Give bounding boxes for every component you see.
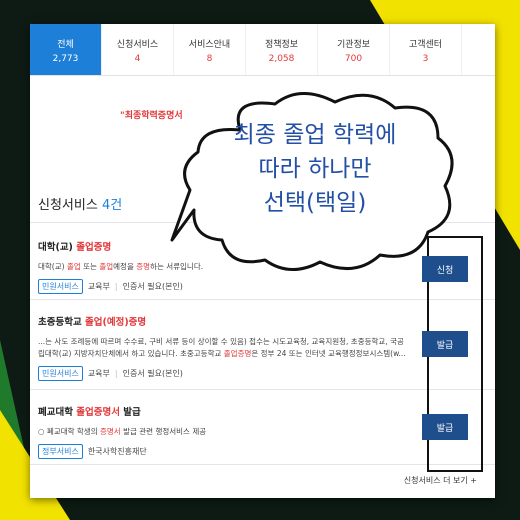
service-type-badge: 민원서비스 bbox=[38, 366, 83, 381]
bubble-text: 최종 졸업 학력에 따라 하나만 선택(택일) bbox=[233, 122, 397, 216]
tab-agency-info[interactable]: 기관정보 700 bbox=[318, 24, 390, 75]
service-type-badge: 정부서비스 bbox=[38, 444, 83, 459]
item-description: ○ 폐교대학 학생의 증명서 발급 관련 행정서비스 제공 bbox=[38, 427, 207, 436]
agency-label: 교육부 bbox=[87, 282, 110, 291]
list-item: 폐교대학 졸업증명서 발급 ○ 폐교대학 학생의 증명서 발급 관련 행정서비스… bbox=[38, 404, 418, 459]
tab-policy-info[interactable]: 정책정보 2,058 bbox=[246, 24, 318, 75]
tab-apply-services[interactable]: 신청서비스 4 bbox=[102, 24, 174, 75]
item-tags: 정부서비스 한국사학진흥재단 bbox=[38, 444, 418, 459]
divider bbox=[30, 464, 495, 465]
agency-label: 교육부 bbox=[87, 369, 110, 378]
item-tags: 민원서비스 교육부 | 인증서 필요(본인) bbox=[38, 279, 418, 294]
issue-button[interactable]: 발급 bbox=[422, 331, 468, 357]
divider bbox=[30, 389, 495, 390]
tab-service-info[interactable]: 서비스안내 8 bbox=[174, 24, 246, 75]
auth-requirement: 인증서 필요(본인) bbox=[122, 282, 183, 291]
list-item: 초중등학교 졸업(예정)증명 ...는 사도 조례등에 따르며 수수료, 구비 … bbox=[38, 314, 418, 381]
more-services-link[interactable]: 신청서비스 더 보기 + bbox=[404, 475, 477, 486]
tab-all[interactable]: 전체 2,773 bbox=[30, 24, 102, 75]
service-type-badge: 민원서비스 bbox=[38, 279, 83, 294]
section-title: 신청서비스 4건 bbox=[38, 198, 123, 213]
tab-customer-center[interactable]: 고객센터 3 bbox=[390, 24, 462, 75]
category-tabs: 전체 2,773 신청서비스 4 서비스안내 8 정책정보 2,058 기관정보 700 … bbox=[30, 24, 495, 76]
auth-requirement: 인증서 필요(본인) bbox=[122, 369, 183, 378]
agency-label: 한국사학진흥재단 bbox=[87, 447, 147, 456]
item-tags: 민원서비스 교육부 | 인증서 필요(본인) bbox=[38, 366, 418, 381]
item-title[interactable]: 초중등학교 졸업(예정)증명 bbox=[38, 314, 418, 328]
divider bbox=[30, 299, 495, 300]
item-title[interactable]: 폐교대학 졸업증명서 발급 bbox=[38, 404, 418, 418]
issue-button[interactable]: 발급 bbox=[422, 414, 468, 440]
item-description: ...는 사도 조례등에 따르며 수수료, 구비 서류 등이 상이할 수 있음)… bbox=[38, 337, 406, 358]
